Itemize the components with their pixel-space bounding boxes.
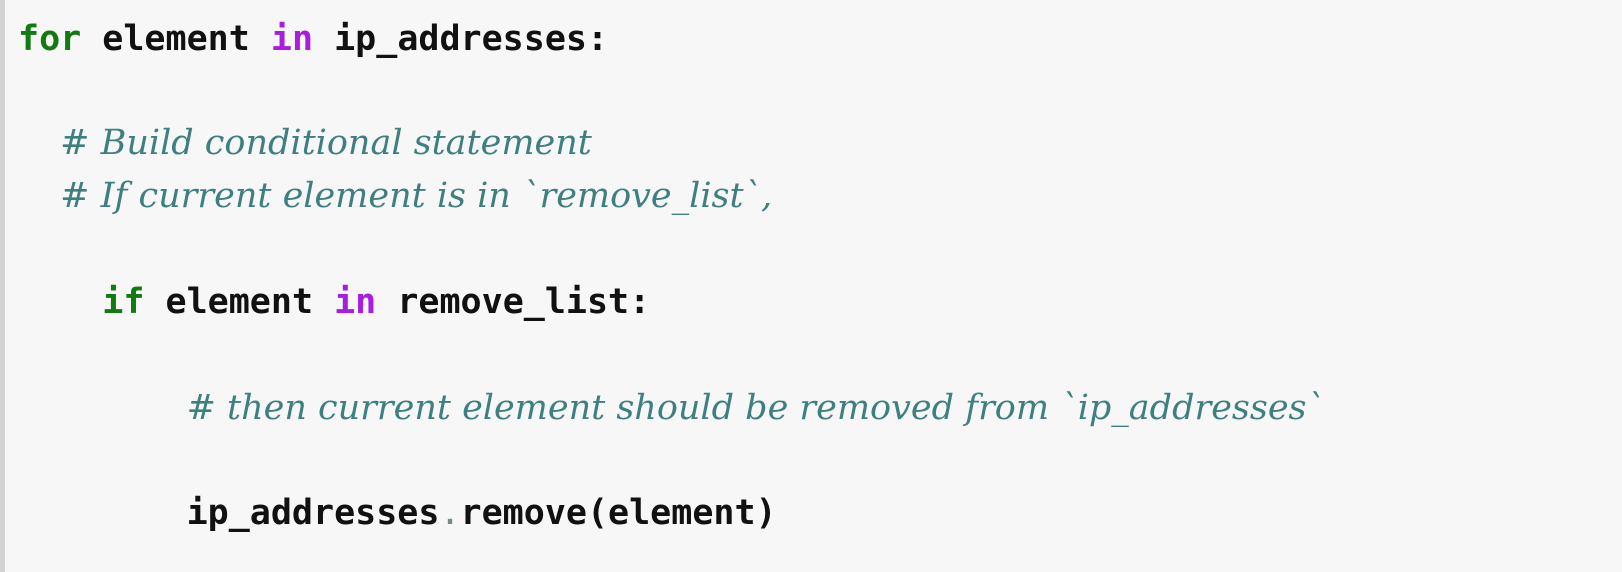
iterable-remove-list: remove_list: <box>376 282 651 322</box>
variable-element: element <box>144 282 335 322</box>
code-line-comment-1: # Build conditional statement <box>18 118 592 168</box>
object-ip-addresses: ip_addresses <box>186 493 440 533</box>
comment: # If current element is in `remove_list`… <box>60 176 773 216</box>
code-line-if: if element in remove_list: <box>18 277 650 327</box>
code-line-comment-3: # then current element should be removed… <box>18 383 1324 433</box>
keyword-for: for <box>18 19 82 59</box>
comment: # then current element should be removed… <box>186 388 1325 428</box>
variable-element: element <box>81 19 271 59</box>
iterable-ip-addresses: ip_addresses: <box>313 19 609 59</box>
code-line-comment-2: # If current element is in `remove_list`… <box>18 171 772 221</box>
code-line-remove: ip_addresses.remove(element) <box>18 488 777 538</box>
operator-in: in <box>270 19 314 59</box>
keyword-if: if <box>102 282 145 322</box>
method-call-remove: remove(element) <box>460 493 777 533</box>
code-line-for: for element in ip_addresses: <box>18 14 608 64</box>
code-cell: for element in ip_addresses: # Build con… <box>0 0 1622 572</box>
comment: # Build conditional statement <box>60 123 592 163</box>
attribute-dot: . <box>439 493 461 533</box>
operator-in: in <box>334 282 377 322</box>
